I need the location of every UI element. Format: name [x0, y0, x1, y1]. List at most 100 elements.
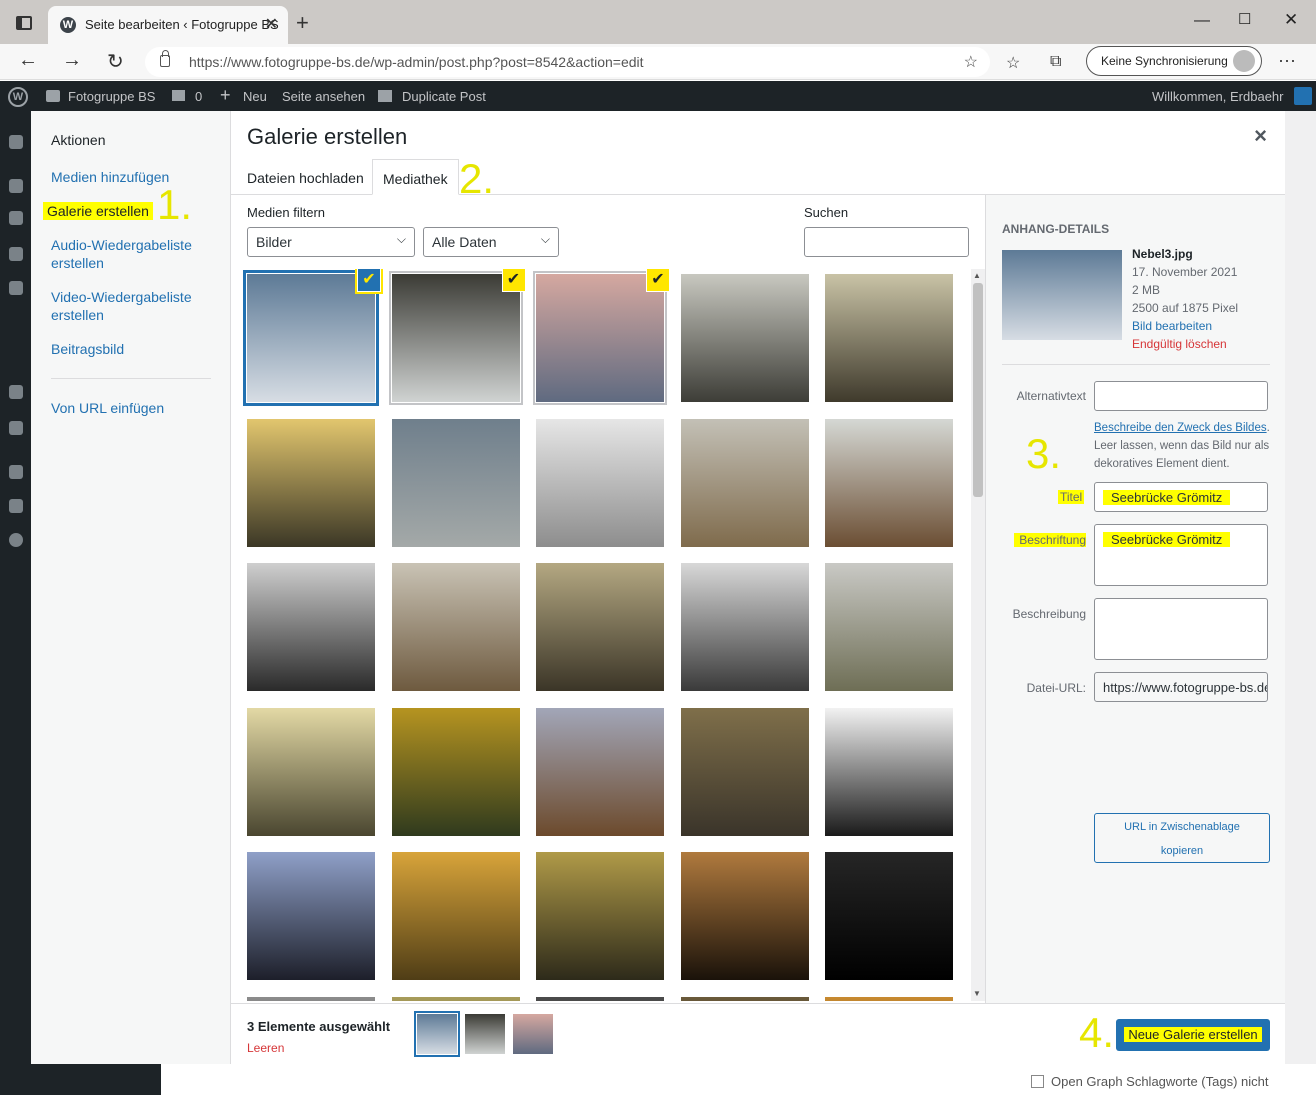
- checkmark-icon[interactable]: ✔: [357, 269, 381, 292]
- description-textarea[interactable]: [1094, 598, 1268, 660]
- title-value: Seebrücke Grömitz: [1103, 490, 1231, 505]
- tab-actions-icon[interactable]: [16, 16, 32, 30]
- checkmark-icon[interactable]: ✔: [646, 269, 670, 292]
- create-gallery-label: Neue Galerie erstellen: [1124, 1027, 1262, 1042]
- attachment-yellow-maple-leaves[interactable]: [391, 852, 520, 980]
- copy-url-button[interactable]: URL in Zwischenablage kopieren: [1094, 813, 1270, 863]
- alt-text-input[interactable]: [1094, 381, 1268, 411]
- browser-tab[interactable]: W Seite bearbeiten ‹ Fotogruppe BS ✕: [48, 6, 288, 44]
- attachment-misty-pine-forest[interactable]: [391, 563, 520, 691]
- attachment-sunrise-behind-tree[interactable]: [247, 418, 375, 547]
- menu-item-audio-playlist[interactable]: Audio-Wiedergabeliste erstellen: [51, 236, 211, 272]
- user-avatar[interactable]: [1294, 87, 1312, 105]
- attachment-sea-with-fog-bank[interactable]: [391, 418, 520, 547]
- attachment-row-6-d[interactable]: [680, 996, 809, 1001]
- site-name-link[interactable]: Fotogruppe BS: [68, 89, 155, 104]
- attachment-row-6-a[interactable]: [247, 996, 375, 1001]
- search-input[interactable]: [804, 227, 969, 257]
- address-bar[interactable]: https://www.fotogruppe-bs.de/wp-admin/po…: [145, 47, 990, 77]
- edit-image-link[interactable]: Bild bearbeiten: [1132, 319, 1212, 333]
- tab-close-icon[interactable]: ✕: [265, 14, 278, 34]
- menu-item-insert-from-url[interactable]: Von URL einfügen: [51, 399, 211, 417]
- menu-item-create-gallery[interactable]: Galerie erstellen: [43, 202, 153, 220]
- maximize-icon[interactable]: ☐: [1238, 10, 1251, 28]
- attachment-autumn-leaves[interactable]: [391, 707, 520, 836]
- close-icon[interactable]: ×: [1254, 123, 1267, 149]
- clear-selection-link[interactable]: Leeren: [247, 1041, 284, 1055]
- comments-count[interactable]: 0: [195, 89, 202, 104]
- selected-thumbnail[interactable]: [513, 1014, 553, 1054]
- attachment-snowy-fir-trees[interactable]: [536, 418, 664, 547]
- lock-icon[interactable]: [160, 50, 170, 67]
- annotation-step-2: 2.: [459, 155, 495, 202]
- menu-item-featured-image[interactable]: Beitragsbild: [51, 340, 211, 358]
- copy-url-label-2: kopieren: [1160, 845, 1204, 857]
- attachment-dark-foggy-forest[interactable]: [247, 563, 375, 691]
- tab-media-library[interactable]: Mediathek: [372, 159, 459, 195]
- duplicate-icon[interactable]: [378, 90, 392, 102]
- attachment-stacked-logs[interactable]: [825, 418, 953, 547]
- wordpress-logo-icon[interactable]: W: [8, 87, 28, 107]
- scroll-up-icon[interactable]: ▲: [973, 271, 981, 280]
- pages-icon: [9, 281, 23, 295]
- add-favorite-icon[interactable]: ☆: [964, 52, 978, 72]
- favorites-icon[interactable]: ☆: [1006, 53, 1020, 73]
- file-url-input[interactable]: https://www.fotogruppe-bs.de: [1094, 672, 1268, 702]
- plus-icon[interactable]: +: [220, 85, 231, 106]
- media-modal: Aktionen Medien hinzufügen Galerie erste…: [31, 111, 1285, 1064]
- title-input[interactable]: Seebrücke Grömitz: [1094, 482, 1268, 512]
- back-icon[interactable]: ←: [18, 49, 38, 72]
- attachment-row-6-c[interactable]: [536, 996, 664, 1001]
- attachment-dog-on-rail-track[interactable]: [680, 707, 809, 836]
- window-close-icon[interactable]: ✕: [1284, 10, 1298, 30]
- checkmark-icon[interactable]: ✔: [501, 269, 526, 292]
- collections-icon[interactable]: ⧉: [1050, 53, 1061, 71]
- attachment-wooden-hut-on-stilts[interactable]: [680, 274, 809, 402]
- attachment-chestnut-in-shell[interactable]: [680, 852, 809, 980]
- create-gallery-button[interactable]: Neue Galerie erstellen: [1116, 1019, 1270, 1051]
- alt-text-label: Alternativtext: [1016, 389, 1086, 403]
- background-page-edge: [1285, 111, 1316, 1064]
- attachment-trees-in-foggy-field[interactable]: [680, 418, 809, 547]
- reload-icon[interactable]: ↻: [107, 49, 124, 74]
- attachment-pastel-beach-sunset[interactable]: ✔: [536, 269, 670, 402]
- attachment-tree-canopy-from-below[interactable]: [825, 707, 953, 836]
- more-icon[interactable]: ···: [1278, 50, 1296, 71]
- attachment-heath-in-autumn[interactable]: [536, 707, 664, 836]
- attachment-pavilion-in-mist[interactable]: [825, 274, 953, 402]
- home-icon[interactable]: [46, 90, 60, 102]
- filter-date-select[interactable]: Alle Daten ⌵: [423, 227, 559, 257]
- filter-type-select[interactable]: Bilder ⌵: [247, 227, 415, 257]
- attachment-bare-trees-in-fog[interactable]: [680, 563, 809, 691]
- caption-textarea[interactable]: Seebrücke Grömitz: [1094, 524, 1268, 586]
- filter-type-value: Bilder: [256, 234, 292, 250]
- duplicate-post-link[interactable]: Duplicate Post: [402, 89, 486, 104]
- comments-icon[interactable]: [172, 90, 185, 101]
- attachment-bridge-over-river[interactable]: ✔: [391, 269, 526, 402]
- attachment-dark-twig-with-leaf[interactable]: [825, 852, 953, 980]
- attachment-backlit-tree-at-dawn[interactable]: [247, 707, 375, 836]
- selected-thumbnail[interactable]: [465, 1014, 505, 1054]
- delete-permanently-link[interactable]: Endgültig löschen: [1132, 337, 1227, 351]
- attachment-row-6-e[interactable]: [825, 996, 953, 1001]
- attachment-trees-reflected-in-water[interactable]: [536, 852, 664, 980]
- grid-scrollbar-thumb[interactable]: [973, 283, 983, 497]
- attachment-leaf-at-sunset[interactable]: [247, 852, 375, 980]
- alt-text-help-link[interactable]: Beschreibe den Zweck des Bildes: [1094, 422, 1267, 434]
- new-tab-button[interactable]: +: [296, 10, 309, 36]
- attachment-path-through-hills[interactable]: [825, 563, 953, 691]
- url-text[interactable]: https://www.fotogruppe-bs.de/wp-admin/po…: [189, 54, 644, 70]
- sync-button[interactable]: Keine Synchronisierung: [1086, 46, 1262, 76]
- menu-item-video-playlist[interactable]: Video-Wiedergabeliste erstellen: [51, 288, 211, 324]
- forward-icon[interactable]: →: [62, 49, 82, 72]
- new-link[interactable]: Neu: [243, 89, 267, 104]
- attachment-row-6-b[interactable]: [391, 996, 520, 1001]
- scroll-down-icon[interactable]: ▼: [973, 989, 981, 998]
- attachment-golden-mist-landscape[interactable]: [536, 563, 664, 691]
- selected-thumbnail[interactable]: [417, 1014, 457, 1054]
- welcome-text[interactable]: Willkommen, Erdbaehr: [1152, 89, 1284, 104]
- minimize-icon[interactable]: —: [1194, 12, 1210, 30]
- view-page-link[interactable]: Seite ansehen: [282, 89, 365, 104]
- attachment-foggy-pier[interactable]: ✔: [247, 269, 381, 402]
- tab-upload-files[interactable]: Dateien hochladen: [237, 159, 374, 195]
